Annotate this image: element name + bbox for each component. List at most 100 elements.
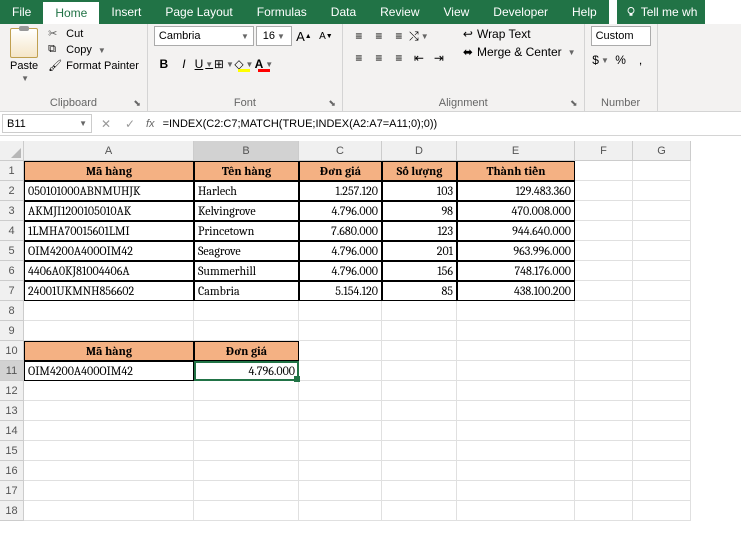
row-header[interactable]: 10 [0,341,24,361]
tab-review[interactable]: Review [368,0,431,24]
cell[interactable] [299,461,382,481]
cell[interactable] [633,241,691,261]
cell[interactable]: 5.154.120 [299,281,382,301]
underline-button[interactable]: U▼ [194,54,214,74]
cell[interactable] [633,441,691,461]
cell[interactable] [457,341,575,361]
cell[interactable] [382,401,457,421]
tab-home[interactable]: Home [43,0,99,24]
cell[interactable]: 1LMHA70015601LMI [24,221,194,241]
cell[interactable] [575,361,633,381]
cell[interactable] [299,381,382,401]
cell[interactable] [575,341,633,361]
cell[interactable] [299,321,382,341]
cell[interactable] [299,441,382,461]
cell[interactable] [575,401,633,421]
row-header[interactable]: 13 [0,401,24,421]
number-format-combo[interactable]: Custom [591,26,651,46]
cell[interactable]: Kelvingrove [194,201,299,221]
cell[interactable] [382,361,457,381]
cell[interactable] [575,321,633,341]
cell[interactable] [633,221,691,241]
dialog-launcher-icon[interactable]: ⬊ [328,98,336,109]
cell[interactable] [194,461,299,481]
cell[interactable] [382,301,457,321]
row-header[interactable]: 1 [0,161,24,181]
cell[interactable]: OIM4200A400OIM42 [24,241,194,261]
col-header[interactable]: E [457,141,575,161]
tell-me-search[interactable]: Tell me wh [617,0,706,24]
cancel-formula-button[interactable]: ✕ [94,117,118,131]
cell[interactable]: 4.796.000 [299,201,382,221]
cell[interactable]: Mã hàng [24,341,194,361]
cell[interactable]: Cambria [194,281,299,301]
cell[interactable]: 1.257.120 [299,181,382,201]
cell[interactable] [575,241,633,261]
cell[interactable] [575,161,633,181]
cell[interactable] [194,441,299,461]
row-header[interactable]: 7 [0,281,24,301]
cell[interactable] [24,401,194,421]
cell[interactable] [633,461,691,481]
cell[interactable] [633,201,691,221]
select-all-corner[interactable] [0,141,24,161]
cell[interactable] [633,401,691,421]
enter-formula-button[interactable]: ✓ [118,117,142,131]
col-header[interactable]: D [382,141,457,161]
align-top-button[interactable]: ≡ [349,26,369,46]
cell[interactable]: 123 [382,221,457,241]
cell[interactable]: Princetown [194,221,299,241]
cell[interactable] [633,481,691,501]
cell[interactable] [194,301,299,321]
tab-insert[interactable]: Insert [99,0,153,24]
cell[interactable] [382,381,457,401]
cell[interactable] [457,441,575,461]
accounting-format-button[interactable]: $▼ [591,50,611,70]
cell[interactable]: 201 [382,241,457,261]
cell[interactable]: 963.996.000 [457,241,575,261]
cut-button[interactable]: ✂Cut [46,26,141,42]
align-left-button[interactable]: ≡ [349,48,369,68]
cell[interactable] [24,501,194,521]
cell[interactable] [633,501,691,521]
row-header[interactable]: 6 [0,261,24,281]
cell[interactable]: Thành tiền [457,161,575,181]
cell[interactable]: 4.796.000 [299,261,382,281]
wrap-text-button[interactable]: ↩Wrap Text [461,26,578,42]
bold-button[interactable]: B [154,54,174,74]
cell[interactable] [575,441,633,461]
cell[interactable]: AKMJI1200105010AK [24,201,194,221]
cell[interactable] [457,461,575,481]
paste-button[interactable]: Paste ▼ [6,26,42,85]
cell[interactable] [575,181,633,201]
cell[interactable]: 4406A0KJ81004406A [24,261,194,281]
cell[interactable]: 470.008.000 [457,201,575,221]
cell[interactable] [575,421,633,441]
dialog-launcher-icon[interactable]: ⬊ [133,98,141,109]
cell[interactable]: Mã hàng [24,161,194,181]
percent-format-button[interactable]: % [611,50,631,70]
cell[interactable] [194,381,299,401]
dialog-launcher-icon[interactable]: ⬊ [570,98,578,109]
col-header[interactable]: F [575,141,633,161]
cell[interactable] [457,421,575,441]
col-header[interactable]: A [24,141,194,161]
cell[interactable] [382,501,457,521]
orientation-button[interactable]: ⤭▼ [409,26,429,46]
cell[interactable]: 4.796.000 [299,241,382,261]
cell[interactable] [457,361,575,381]
cell[interactable] [299,341,382,361]
cell[interactable] [24,481,194,501]
cell[interactable] [633,301,691,321]
tab-help[interactable]: Help [560,0,609,24]
cell[interactable] [382,321,457,341]
cell[interactable] [633,421,691,441]
cell[interactable]: Đơn giá [299,161,382,181]
cell[interactable] [299,501,382,521]
cell[interactable] [633,261,691,281]
formula-input[interactable] [159,118,741,130]
worksheet-grid[interactable]: 1 2 3 4 5 6 7 8 9 10 11 12 13 14 15 16 1… [0,141,741,552]
cell[interactable] [24,461,194,481]
cell[interactable] [194,401,299,421]
cell[interactable] [575,501,633,521]
